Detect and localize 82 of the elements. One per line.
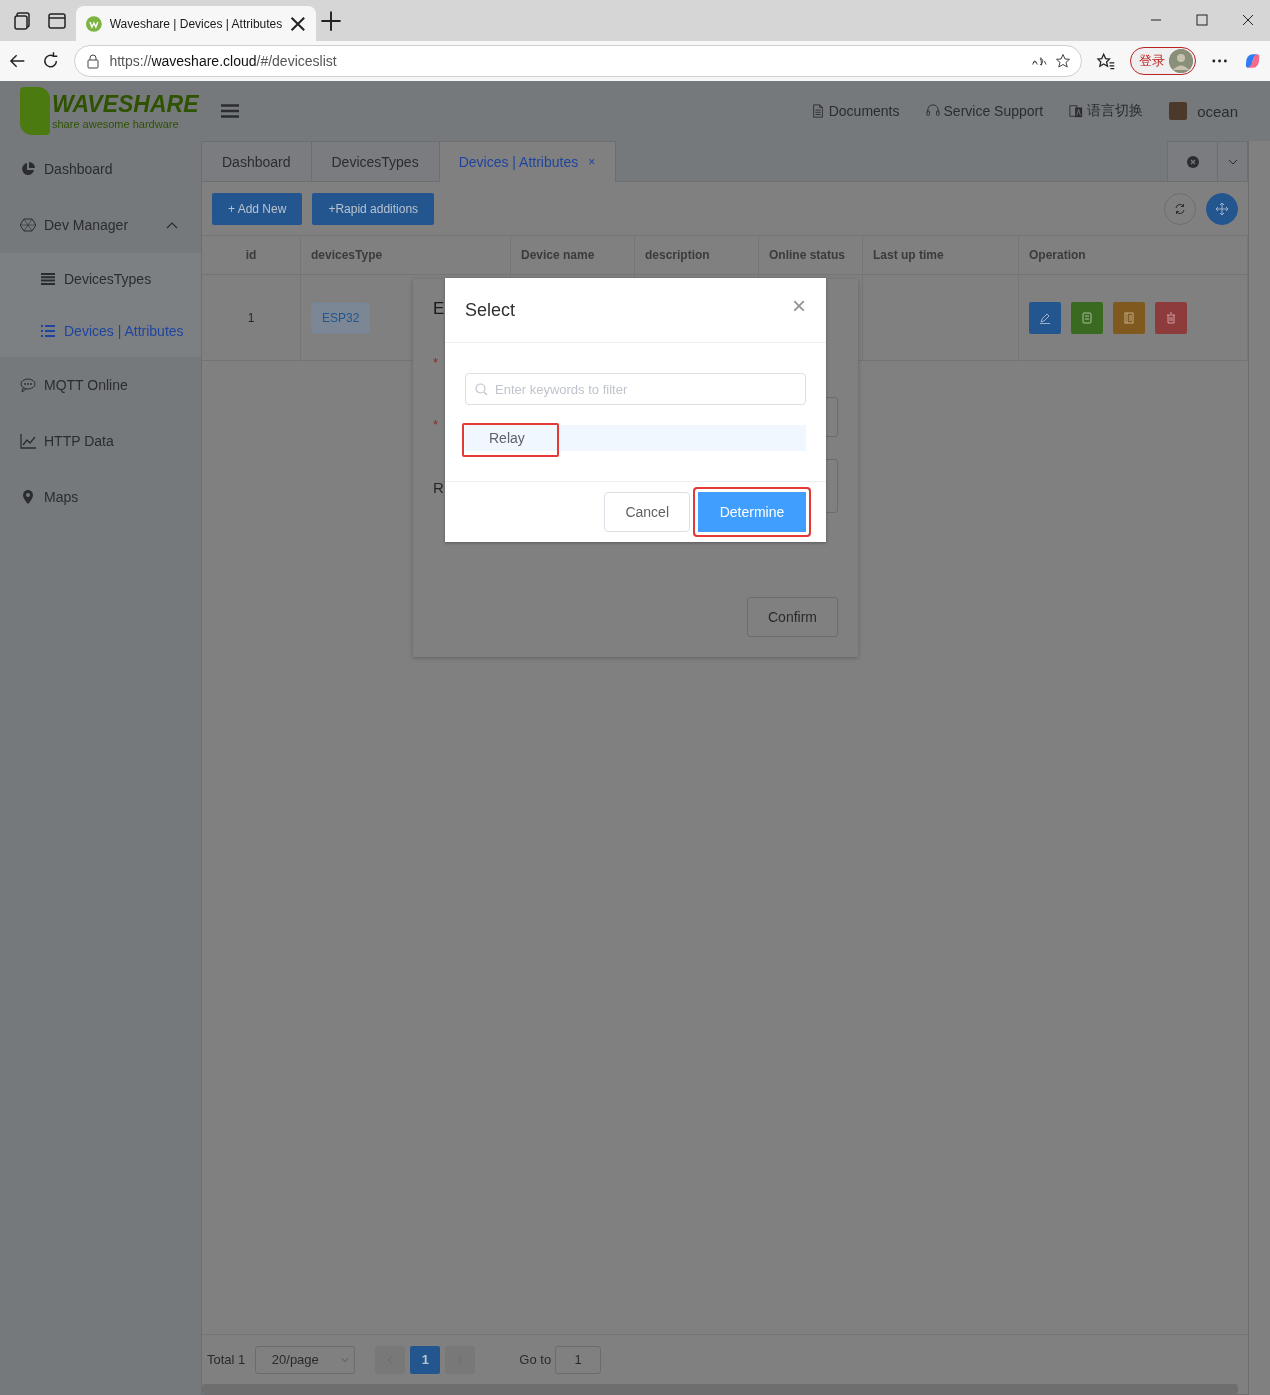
menu-item[interactable]: Dev Manager (0, 197, 201, 253)
close-icon[interactable] (290, 15, 306, 32)
table-cell: 1 (202, 275, 301, 361)
data-button[interactable] (1071, 301, 1103, 334)
favicon-icon (86, 15, 102, 32)
chat-icon (20, 377, 36, 393)
data-icon (1081, 311, 1093, 324)
headset-icon (925, 104, 940, 118)
address-field[interactable]: https://waveshare.cloud/#/deviceslist (74, 45, 1083, 77)
pencil-icon (1039, 311, 1051, 324)
menu-item[interactable]: HTTP Data (0, 413, 201, 469)
menu-item[interactable]: DevicesTypes (0, 253, 201, 305)
total-count: Total 1 (207, 1352, 246, 1367)
sign-in-button[interactable]: 登录 (1129, 47, 1196, 75)
close-button[interactable]: × (792, 294, 806, 318)
tab-actions-icon[interactable] (46, 10, 68, 32)
tab-close-button[interactable]: × (588, 155, 596, 169)
menu-item[interactable]: Dashboard (0, 141, 201, 197)
page-tab[interactable]: Dashboard (202, 141, 312, 181)
dialog-title: Select (465, 299, 516, 321)
goto-field[interactable]: 1 (555, 1345, 602, 1374)
browser-tab[interactable]: Waveshare | Devices | Attributes (76, 6, 316, 41)
header-link[interactable]: Documents (810, 103, 900, 119)
required-mark: * (433, 355, 439, 370)
logo-icon (20, 87, 50, 135)
move-icon (1216, 202, 1228, 215)
page-tab[interactable]: DevicesTypes (311, 141, 440, 181)
list-icon (40, 323, 56, 339)
column-header: Last up time (863, 235, 1019, 275)
user-avatar[interactable] (1169, 102, 1188, 120)
menu-item[interactable]: Maps (0, 469, 201, 525)
toolbar-button[interactable]: + Add New (212, 192, 303, 225)
page-tab[interactable]: Devices | Attributes × (439, 141, 617, 182)
search-field[interactable]: Enter keywords to filter (465, 373, 806, 405)
document-icon (810, 104, 825, 118)
column-header: Online status (759, 235, 863, 275)
column-header: Operation (1019, 235, 1248, 275)
cancel-button[interactable]: Cancel (604, 492, 690, 532)
delete-button[interactable] (1155, 301, 1187, 334)
lock-icon (85, 53, 102, 69)
star-icon[interactable] (1055, 53, 1072, 69)
edit-button[interactable] (1029, 301, 1061, 334)
menu-item[interactable]: Devices | Attributes (0, 305, 201, 357)
dialog-title: E (433, 299, 445, 319)
required-mark: * (433, 417, 439, 432)
line-chart-icon (20, 433, 36, 449)
user-name[interactable]: ocean (1197, 103, 1238, 120)
menu-icon[interactable] (221, 104, 239, 118)
avatar-icon (1168, 49, 1193, 73)
menu-item[interactable]: MQTT Online (0, 357, 201, 413)
map-pin-icon (20, 489, 36, 505)
hexagon-icon (20, 217, 36, 233)
toolbar-button[interactable]: +Rapid additions (312, 192, 435, 225)
notebook-icon (1123, 311, 1135, 324)
determine-button[interactable]: Determine (693, 487, 811, 537)
column-header: Device name (511, 235, 635, 275)
header-link[interactable]: 语言切换 (1069, 102, 1144, 120)
refresh-icon (1174, 202, 1186, 215)
type-tag: ESP32 (311, 302, 371, 333)
goto-label: Go to (519, 1352, 552, 1367)
favorites-icon[interactable] (1096, 51, 1116, 71)
column-header: description (635, 235, 759, 275)
search-icon (475, 383, 488, 396)
tab-title: Waveshare | Devices | Attributes (109, 16, 283, 31)
translate-icon (1069, 104, 1084, 118)
tree-item[interactable]: Relay (465, 425, 806, 451)
page-size-select[interactable]: 20/page (255, 1345, 356, 1374)
pie-chart-icon (20, 161, 36, 177)
column-header: devicesType (301, 235, 511, 275)
move-button[interactable] (1206, 192, 1238, 225)
close-circle-icon[interactable] (1186, 155, 1199, 168)
confirm-button[interactable]: Confirm (747, 597, 838, 637)
column-header: id (202, 235, 301, 275)
header-link[interactable]: Service Support (925, 103, 1044, 119)
page-button[interactable]: 1 (410, 1345, 441, 1374)
logo-tagline: share awesome hardware (52, 118, 180, 130)
url-text: https://waveshare.cloud/#/deviceslist (109, 53, 338, 69)
trash-icon (1165, 311, 1177, 324)
new-tab-icon[interactable] (320, 10, 342, 32)
field-label: R (433, 479, 444, 496)
lines-icon (40, 271, 56, 287)
logo-name: WAVESHARE (52, 92, 199, 116)
